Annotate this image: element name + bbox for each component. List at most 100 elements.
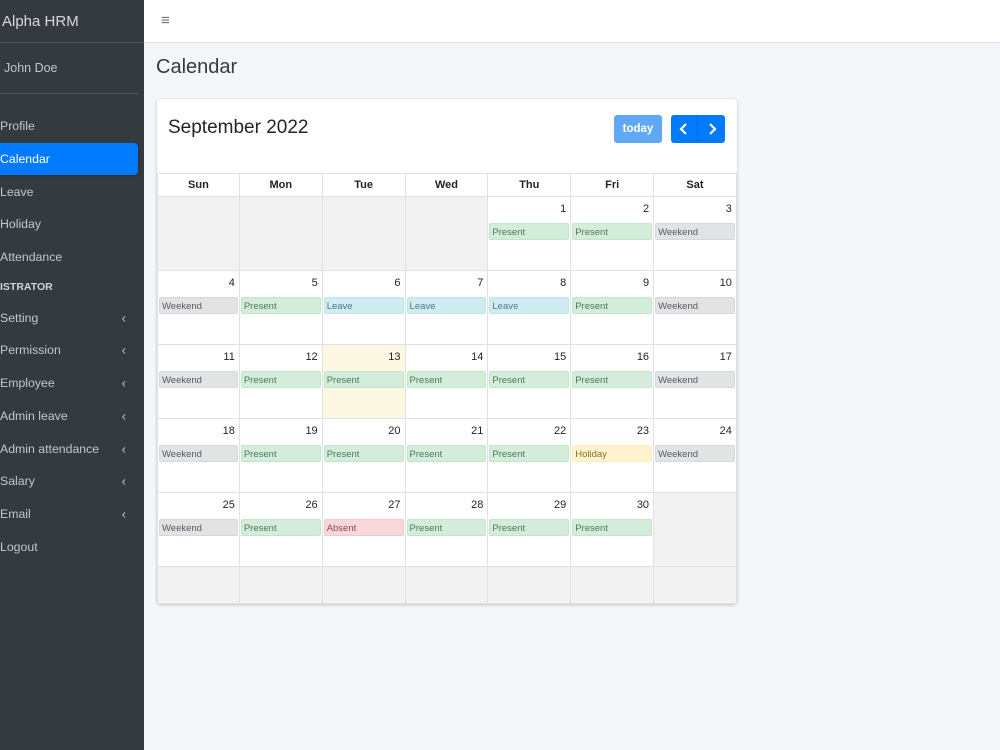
day-number[interactable]: 5 bbox=[312, 277, 318, 289]
day-number[interactable]: 16 bbox=[637, 351, 649, 363]
sidebar-item-setting[interactable]: Setting ‹ bbox=[0, 301, 144, 334]
calendar-event-present[interactable]: Present bbox=[489, 223, 570, 240]
calendar-day-other-month[interactable] bbox=[654, 567, 737, 603]
day-number[interactable]: 7 bbox=[477, 277, 483, 289]
day-number[interactable]: 10 bbox=[720, 277, 732, 289]
calendar-event-present[interactable]: Present bbox=[323, 445, 404, 462]
calendar-day-cell[interactable]: 30 Present bbox=[571, 493, 655, 566]
calendar-day-cell[interactable]: 6 Leave bbox=[323, 271, 406, 344]
calendar-event-present[interactable]: Present bbox=[572, 519, 653, 536]
brand-link[interactable]: Alpha HRM bbox=[0, 0, 144, 43]
calendar-event-weekend[interactable]: Weekend bbox=[655, 297, 735, 314]
calendar-event-present[interactable]: Present bbox=[240, 445, 321, 462]
calendar-day-other-month[interactable] bbox=[488, 567, 572, 603]
calendar-event-present[interactable]: Present bbox=[240, 297, 321, 314]
sidebar-item-email[interactable]: Email ‹ bbox=[0, 498, 144, 531]
sidebar-item-salary[interactable]: Salary ‹ bbox=[0, 465, 144, 498]
day-number[interactable]: 4 bbox=[229, 277, 235, 289]
calendar-event-weekend[interactable]: Weekend bbox=[655, 371, 735, 388]
calendar-event-present[interactable]: Present bbox=[572, 297, 653, 314]
calendar-event-weekend[interactable]: Weekend bbox=[655, 445, 735, 462]
calendar-event-present[interactable]: Present bbox=[489, 519, 570, 536]
calendar-event-holiday[interactable]: Holiday bbox=[572, 445, 653, 462]
calendar-day-cell[interactable]: 27 Absent bbox=[323, 493, 406, 566]
calendar-day-cell[interactable]: 29 Present bbox=[488, 493, 572, 566]
calendar-event-present[interactable]: Present bbox=[323, 371, 404, 388]
day-number[interactable]: 21 bbox=[471, 425, 483, 437]
calendar-event-weekend[interactable]: Weekend bbox=[159, 297, 238, 314]
calendar-event-present[interactable]: Present bbox=[572, 223, 653, 240]
calendar-day-cell[interactable]: 26 Present bbox=[240, 493, 323, 566]
calendar-day-other-month[interactable] bbox=[571, 567, 655, 603]
calendar-day-other-month[interactable] bbox=[157, 197, 240, 270]
day-number[interactable]: 14 bbox=[471, 351, 483, 363]
day-number[interactable]: 1 bbox=[560, 203, 566, 215]
calendar-event-weekend[interactable]: Weekend bbox=[655, 223, 735, 240]
calendar-day-cell[interactable]: 20 Present bbox=[323, 419, 406, 492]
calendar-day-cell[interactable]: 8 Leave bbox=[488, 271, 572, 344]
calendar-day-cell[interactable]: 5 Present bbox=[240, 271, 323, 344]
day-number[interactable]: 25 bbox=[223, 499, 235, 511]
calendar-day-cell[interactable]: 14 Present bbox=[406, 345, 489, 418]
calendar-day-cell[interactable]: 17 Weekend bbox=[654, 345, 737, 418]
calendar-day-other-month[interactable] bbox=[322, 567, 406, 603]
calendar-day-other-month[interactable] bbox=[654, 493, 737, 566]
sidebar-item-permission[interactable]: Permission ‹ bbox=[0, 334, 144, 367]
calendar-day-cell[interactable]: 28 Present bbox=[406, 493, 489, 566]
calendar-event-present[interactable]: Present bbox=[406, 445, 487, 462]
sidebar-item-employee[interactable]: Employee ‹ bbox=[0, 367, 144, 400]
calendar-day-cell[interactable]: 1 Present bbox=[488, 197, 572, 270]
day-number[interactable]: 12 bbox=[305, 351, 317, 363]
day-number[interactable]: 24 bbox=[720, 425, 732, 437]
day-number[interactable]: 23 bbox=[637, 425, 649, 437]
sidebar-item-logout[interactable]: Logout bbox=[0, 530, 144, 563]
day-number[interactable]: 28 bbox=[471, 499, 483, 511]
prev-month-button[interactable] bbox=[671, 115, 698, 143]
calendar-day-other-month[interactable] bbox=[405, 197, 489, 270]
calendar-day-other-month[interactable] bbox=[157, 567, 240, 603]
calendar-day-other-month[interactable] bbox=[405, 567, 489, 603]
day-number[interactable]: 6 bbox=[394, 277, 400, 289]
calendar-event-present[interactable]: Present bbox=[240, 519, 321, 536]
hamburger-menu-icon[interactable]: ≡ bbox=[161, 12, 170, 29]
calendar-day-cell[interactable]: 7 Leave bbox=[406, 271, 489, 344]
calendar-day-cell[interactable]: 18 Weekend bbox=[157, 419, 240, 492]
day-number[interactable]: 3 bbox=[726, 203, 732, 215]
sidebar-item-admin-leave[interactable]: Admin leave ‹ bbox=[0, 400, 144, 433]
calendar-day-cell[interactable]: 10 Weekend bbox=[654, 271, 737, 344]
calendar-event-present[interactable]: Present bbox=[489, 371, 570, 388]
calendar-day-cell[interactable]: 3 Weekend bbox=[654, 197, 737, 270]
calendar-day-cell[interactable]: 22 Present bbox=[488, 419, 572, 492]
calendar-day-cell[interactable]: 19 Present bbox=[240, 419, 323, 492]
today-button[interactable]: today bbox=[614, 115, 662, 143]
calendar-event-present[interactable]: Present bbox=[406, 519, 487, 536]
calendar-event-absent[interactable]: Absent bbox=[323, 519, 404, 536]
calendar-day-cell[interactable]: 12 Present bbox=[240, 345, 323, 418]
calendar-event-present[interactable]: Present bbox=[406, 371, 487, 388]
calendar-day-cell[interactable]: 24 Weekend bbox=[654, 419, 737, 492]
calendar-day-cell[interactable]: 16 Present bbox=[571, 345, 655, 418]
calendar-event-leave[interactable]: Leave bbox=[489, 297, 570, 314]
calendar-day-cell[interactable]: 4 Weekend bbox=[157, 271, 240, 344]
day-number[interactable]: 2 bbox=[643, 203, 649, 215]
day-number[interactable]: 29 bbox=[554, 499, 566, 511]
calendar-event-present[interactable]: Present bbox=[572, 371, 653, 388]
day-number[interactable]: 11 bbox=[223, 351, 234, 363]
calendar-day-cell[interactable]: 15 Present bbox=[488, 345, 572, 418]
day-number[interactable]: 8 bbox=[560, 277, 566, 289]
day-number[interactable]: 17 bbox=[720, 351, 732, 363]
calendar-day-other-month[interactable] bbox=[239, 567, 323, 603]
calendar-event-present[interactable]: Present bbox=[240, 371, 321, 388]
calendar-day-cell[interactable]: 2 Present bbox=[571, 197, 655, 270]
calendar-event-weekend[interactable]: Weekend bbox=[159, 519, 238, 536]
sidebar-item-admin-attendance[interactable]: Admin attendance ‹ bbox=[0, 432, 144, 465]
sidebar-item-leave[interactable]: Leave bbox=[0, 175, 144, 208]
day-number[interactable]: 26 bbox=[305, 499, 317, 511]
calendar-day-cell[interactable]: 9 Present bbox=[571, 271, 655, 344]
calendar-event-weekend[interactable]: Weekend bbox=[159, 445, 238, 462]
day-number[interactable]: 15 bbox=[554, 351, 566, 363]
calendar-event-leave[interactable]: Leave bbox=[406, 297, 487, 314]
user-panel[interactable]: John Doe bbox=[0, 43, 138, 94]
sidebar-item-attendance[interactable]: Attendance bbox=[0, 241, 144, 274]
day-number[interactable]: 19 bbox=[305, 425, 317, 437]
